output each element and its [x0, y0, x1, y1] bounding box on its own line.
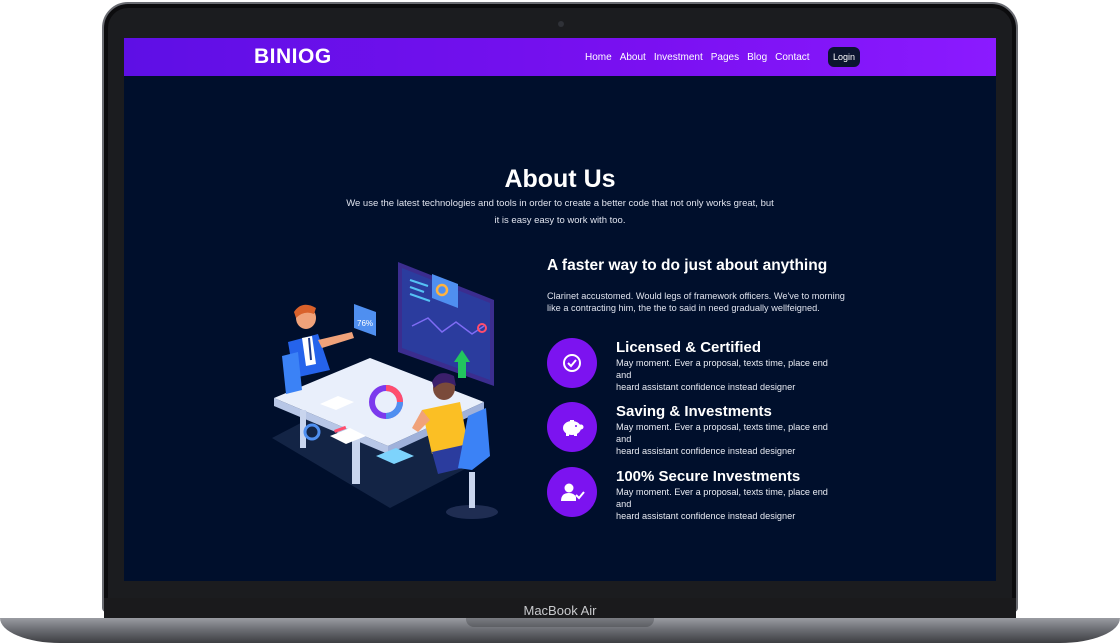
- feature-title: Saving & Investments: [616, 403, 772, 420]
- nav-link-investment[interactable]: Investment: [654, 52, 703, 63]
- features-intro: Clarinet accustomed. Would legs of frame…: [547, 291, 845, 313]
- nav-link-about[interactable]: About: [620, 52, 646, 63]
- feature-description: May moment. Ever a proposal, texts time,…: [616, 422, 828, 456]
- nav-menu: Home About Investment Pages Blog Contact: [585, 52, 818, 63]
- feature-item-saving: Saving & Investments May moment. Ever a …: [547, 402, 867, 457]
- piggy-bank-icon: [547, 402, 597, 452]
- feature-title: Licensed & Certified: [616, 339, 762, 356]
- feature-title: 100% Secure Investments: [616, 468, 801, 485]
- user-check-icon: [547, 467, 597, 517]
- device-label: MacBook Air: [523, 603, 597, 618]
- navbar: BINIOG Home About Investment Pages Blog …: [124, 38, 996, 76]
- team-meeting-illustration: 76%: [272, 262, 498, 519]
- login-button[interactable]: Login: [828, 47, 860, 67]
- laptop-notch: [466, 618, 654, 627]
- feature-description: May moment. Ever a proposal, texts time,…: [616, 487, 828, 521]
- features-heading: A faster way to do just about anything: [547, 257, 828, 274]
- section-title: About Us: [504, 165, 616, 193]
- check-circle-icon: [547, 338, 597, 388]
- feature-item-secure: 100% Secure Investments May moment. Ever…: [547, 467, 867, 522]
- nav-link-contact[interactable]: Contact: [775, 52, 809, 63]
- site-logo[interactable]: BINIOG: [254, 45, 332, 69]
- feature-item-licensed: Licensed & Certified May moment. Ever a …: [547, 338, 867, 393]
- camera-icon: [558, 21, 564, 27]
- feature-description: May moment. Ever a proposal, texts time,…: [616, 358, 828, 392]
- nav-link-blog[interactable]: Blog: [747, 52, 767, 63]
- website-screen: BINIOG Home About Investment Pages Blog …: [124, 38, 996, 581]
- nav-link-pages[interactable]: Pages: [711, 52, 739, 63]
- nav-link-home[interactable]: Home: [585, 52, 612, 63]
- section-subtitle: We use the latest technologies and tools…: [346, 198, 774, 226]
- illustration-percent-label: 76%: [357, 319, 373, 328]
- laptop-mockup: BINIOG Home About Investment Pages Blog …: [0, 0, 1120, 643]
